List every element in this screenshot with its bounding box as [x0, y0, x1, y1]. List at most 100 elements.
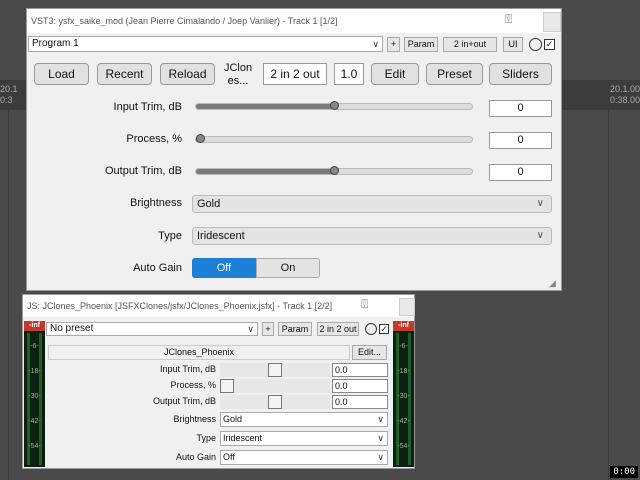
type-select[interactable]: Iridescent ∨	[192, 227, 552, 245]
edit-button[interactable]: Edit	[371, 63, 419, 85]
version-box: 1.0	[334, 63, 364, 85]
brightness-value: Gold	[197, 198, 221, 210]
js-type-value: Iridescent	[223, 433, 263, 443]
grid-line	[8, 110, 9, 480]
chevron-down-icon: ∨	[536, 198, 544, 209]
pin-icon[interactable]: ⍔	[361, 297, 368, 312]
output-trim-slider[interactable]	[195, 166, 473, 175]
add-preset-button[interactable]: +	[387, 37, 400, 52]
load-button[interactable]: Load	[34, 63, 89, 85]
input-trim-slider[interactable]	[195, 101, 473, 110]
ruler-time-right: 20.1.00	[610, 84, 640, 94]
io-button[interactable]: 2 in+out	[443, 37, 497, 52]
slider-knob[interactable]	[329, 101, 339, 110]
meter-tick-label: -54-	[397, 443, 410, 450]
bypass-checkbox[interactable]: ✓	[379, 324, 389, 334]
process-value[interactable]: 0	[489, 132, 552, 149]
slider-fill	[196, 104, 334, 109]
vst-title[interactable]: VST3: ysfx_saike_mod (Jean Pierre Cimala…	[27, 9, 561, 33]
js-io-button[interactable]: 2 in 2 out	[317, 322, 359, 336]
ruler-time-right-sub: 0:38.000	[610, 95, 640, 105]
js-input-trim-label: Input Trim, dB	[159, 364, 216, 374]
bypass-checkbox[interactable]: ✓	[544, 39, 555, 50]
meter-tick-label: -54-	[28, 443, 41, 450]
js-type-label: Type	[196, 433, 216, 443]
js-brightness-value: Gold	[223, 414, 243, 424]
chevron-down-icon: ∨	[372, 39, 379, 49]
preset-button[interactable]: Preset	[426, 63, 483, 85]
js-output-trim-value[interactable]: 0.0	[332, 395, 388, 409]
input-meter: -inf -6- -18- -30- -42- -54-	[24, 321, 45, 467]
close-button[interactable]	[543, 12, 561, 32]
resize-grip-icon[interactable]: ◢	[549, 278, 559, 288]
type-value: Iridescent	[197, 230, 245, 242]
meter-tick-label: -6-	[399, 343, 408, 350]
ruler-time-left: 20.1	[0, 84, 18, 94]
slider-knob[interactable]	[329, 166, 339, 175]
auto-gain-label: Auto Gain	[133, 262, 182, 274]
js-edit-button[interactable]: Edit...	[352, 345, 387, 360]
process-slider[interactable]	[195, 134, 473, 143]
preset-select-value: Program 1	[32, 38, 79, 49]
brightness-select[interactable]: Gold ∨	[192, 195, 552, 213]
chevron-down-icon: ∨	[377, 452, 384, 462]
js-type-select[interactable]: Iridescent ∨	[220, 431, 388, 446]
js-title[interactable]: JS: JClones_Phoenix [JSFXClones/jsfx/JCl…	[23, 295, 414, 317]
chevron-down-icon: ∨	[377, 414, 384, 424]
meter-peak-label: -inf	[24, 321, 45, 331]
meter-tick-label: -30-	[28, 393, 41, 400]
slider-knob[interactable]	[196, 134, 205, 143]
js-process-label: Process, %	[170, 380, 216, 390]
meter-tick-label: -18-	[28, 368, 41, 375]
js-param-button[interactable]: Param	[278, 322, 312, 336]
input-trim-value[interactable]: 0	[489, 100, 552, 117]
output-trim-label: Output Trim, dB	[104, 165, 182, 177]
output-meter: -inf -6- -18- -30- -42- -54-	[393, 321, 414, 467]
slider-knob[interactable]	[268, 363, 282, 377]
recent-button[interactable]: Recent	[97, 63, 152, 85]
close-button[interactable]	[399, 298, 415, 316]
js-input-trim-slider[interactable]	[220, 363, 330, 377]
js-brightness-select[interactable]: Gold ∨	[220, 412, 388, 427]
process-label: Process, %	[126, 133, 182, 145]
io-config-box[interactable]: 2 in 2 out	[263, 63, 327, 85]
chevron-down-icon: ∨	[377, 433, 384, 443]
js-brightness-label: Brightness	[173, 414, 216, 424]
chevron-down-icon: ∨	[536, 230, 544, 241]
input-trim-label: Input Trim, dB	[113, 101, 182, 113]
js-auto-gain-select[interactable]: Off ∨	[220, 450, 388, 465]
vst-plugin-window: VST3: ysfx_saike_mod (Jean Pierre Cimala…	[26, 8, 562, 291]
slider-knob[interactable]	[220, 379, 234, 393]
js-plugin-window: JS: JClones_Phoenix [JSFXClones/jsfx/JCl…	[22, 294, 415, 469]
slider-fill	[196, 169, 334, 174]
auto-gain-off-button[interactable]: Off	[192, 258, 256, 278]
js-add-preset-button[interactable]: +	[262, 322, 274, 336]
js-process-slider[interactable]	[220, 379, 330, 393]
preset-select[interactable]: Program 1 ∨	[28, 36, 383, 52]
js-auto-gain-value: Off	[223, 452, 235, 462]
js-preset-value: No preset	[50, 323, 94, 334]
js-process-value[interactable]: 0.0	[332, 379, 388, 393]
js-input-trim-value[interactable]: 0.0	[332, 363, 388, 377]
js-output-trim-label: Output Trim, dB	[152, 396, 216, 406]
slider-knob[interactable]	[268, 395, 282, 409]
chevron-down-icon: ∨	[247, 324, 254, 334]
param-button[interactable]: Param	[404, 37, 438, 52]
js-output-trim-slider[interactable]	[220, 395, 330, 409]
ruler-time-left-sub: 0:3	[0, 95, 13, 105]
meter-tick-label: -30-	[397, 393, 410, 400]
pin-icon[interactable]: ⍔	[505, 12, 512, 27]
wet-knob[interactable]	[529, 38, 542, 51]
grid-line	[608, 110, 609, 480]
reload-button[interactable]: Reload	[160, 63, 215, 85]
brightness-label: Brightness	[130, 197, 182, 209]
plugin-name-label: JClon es...	[223, 62, 253, 87]
wet-knob[interactable]	[365, 323, 377, 335]
ui-button[interactable]: UI	[503, 37, 523, 52]
js-preset-select[interactable]: No preset ∨	[46, 322, 258, 336]
auto-gain-on-button[interactable]: On	[256, 258, 320, 278]
output-trim-value[interactable]: 0	[489, 164, 552, 181]
sliders-button[interactable]: Sliders	[489, 63, 552, 85]
transport-clock: 0:00	[610, 466, 638, 478]
meter-tick-label: -6-	[30, 343, 39, 350]
